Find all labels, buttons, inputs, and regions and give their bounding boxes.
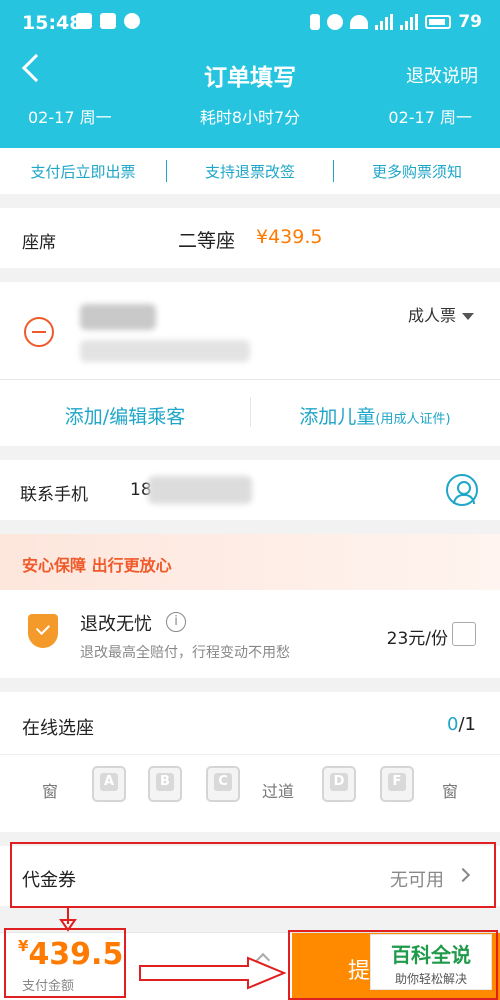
sim-icon <box>76 13 92 29</box>
voucher-label: 代金券 <box>22 870 76 891</box>
feature-instant-ticket[interactable]: 支付后立即出票 <box>0 161 166 182</box>
watermark-subtext: 助你轻松解决 <box>394 972 467 986</box>
voucher-row[interactable]: 代金券 无可用 <box>0 846 500 906</box>
insurance-price: 23元/份 <box>386 629 448 649</box>
seat-label: 座席 <box>22 233 56 253</box>
contact-book-icon[interactable] <box>446 474 478 506</box>
voucher-value: 无可用 <box>390 870 444 891</box>
seat-selection-title: 在线选座 <box>22 718 94 739</box>
insurance-title: 安心保障 出行更放心 <box>22 556 172 575</box>
annotation-right-arrow-icon <box>139 956 287 990</box>
chevron-right-icon <box>455 867 471 883</box>
insurance-checkbox[interactable] <box>452 622 476 646</box>
seat-button-d[interactable]: D <box>322 766 356 802</box>
window-label-left: 窗 <box>42 782 59 801</box>
contact-phone-row: 联系手机 18 <box>0 460 500 520</box>
ticket-type-select[interactable]: 成人票 <box>408 302 474 326</box>
alarm-icon <box>327 14 344 30</box>
refund-policy-link[interactable]: 退改说明 <box>406 62 478 88</box>
status-bar: 15:48 79 <box>0 0 500 48</box>
annotation-down-arrow-icon <box>59 908 77 932</box>
seat-selection-count: 0/1 <box>447 714 476 735</box>
add-edit-passenger-button[interactable]: 添加/编辑乘客 <box>0 402 250 429</box>
seat-button-f[interactable]: F <box>380 766 414 802</box>
remove-passenger-icon[interactable] <box>24 317 54 347</box>
passenger-id-redacted <box>80 340 250 362</box>
seat-button-b[interactable]: B <box>148 766 182 802</box>
seat-map: 窗 A B C 过道 D F 窗 <box>0 754 500 832</box>
seat-button-a[interactable]: A <box>92 766 126 802</box>
watermark-badge: 百科全说 助你轻松解决 <box>370 934 492 990</box>
vibrate-icon <box>310 14 321 30</box>
info-icon[interactable]: i <box>166 612 186 632</box>
service-features: 支付后立即出票 支持退票改签 更多购票须知 <box>0 148 500 194</box>
contact-label: 联系手机 <box>20 485 88 505</box>
window-label-right: 窗 <box>442 782 459 801</box>
arrival-date: 02-17 周一 <box>388 108 472 127</box>
seat-class-row: 座席 二等座 ¥439.5 <box>0 208 500 268</box>
insurance-name: 退改无忧 <box>80 614 152 635</box>
add-child-button[interactable]: 添加儿童(用成人证件) <box>250 402 500 429</box>
wifi-icon <box>350 15 369 29</box>
total-amount: ¥439.5 <box>18 937 124 972</box>
battery-icon <box>425 15 452 29</box>
caret-down-icon <box>462 313 474 320</box>
watermark-text: 百科全说 <box>391 943 471 967</box>
signal-icon <box>400 14 419 30</box>
status-time: 15:48 <box>22 12 83 34</box>
insurance-description: 退改最高全赔付，行程变动不用愁 <box>80 645 290 661</box>
seat-selection: 在线选座 0/1 窗 A B C 过道 D F 窗 <box>0 692 500 832</box>
seat-price: ¥439.5 <box>256 226 323 248</box>
insurance-option: 退改无忧 i 退改最高全赔付，行程变动不用愁 23元/份 <box>0 590 500 678</box>
total-label: 支付金额 <box>22 979 75 994</box>
passenger-name-redacted <box>80 304 156 330</box>
departure-date: 02-17 周一 <box>28 108 112 127</box>
passenger-section: 成人票 添加/编辑乘客 添加儿童(用成人证件) <box>0 282 500 446</box>
seat-class: 二等座 <box>178 230 236 252</box>
chat-icon <box>124 13 140 29</box>
feature-more-notes[interactable]: 更多购票须知 <box>334 161 500 182</box>
divider <box>0 379 500 380</box>
phone-redacted <box>148 476 252 504</box>
aisle-label: 过道 <box>262 782 295 801</box>
insurance-header: 安心保障 出行更放心 <box>0 534 500 590</box>
shield-icon <box>28 614 58 648</box>
header-bar: 15:48 79 订单填写 退改说明 耗时8小时7分 02-17 周一 02-1… <box>0 0 500 148</box>
signal-icon <box>375 14 394 30</box>
seat-button-c[interactable]: C <box>206 766 240 802</box>
feature-refund-change[interactable]: 支持退票改签 <box>167 161 333 182</box>
mail-icon <box>100 13 116 29</box>
battery-level: 79 <box>458 12 482 32</box>
